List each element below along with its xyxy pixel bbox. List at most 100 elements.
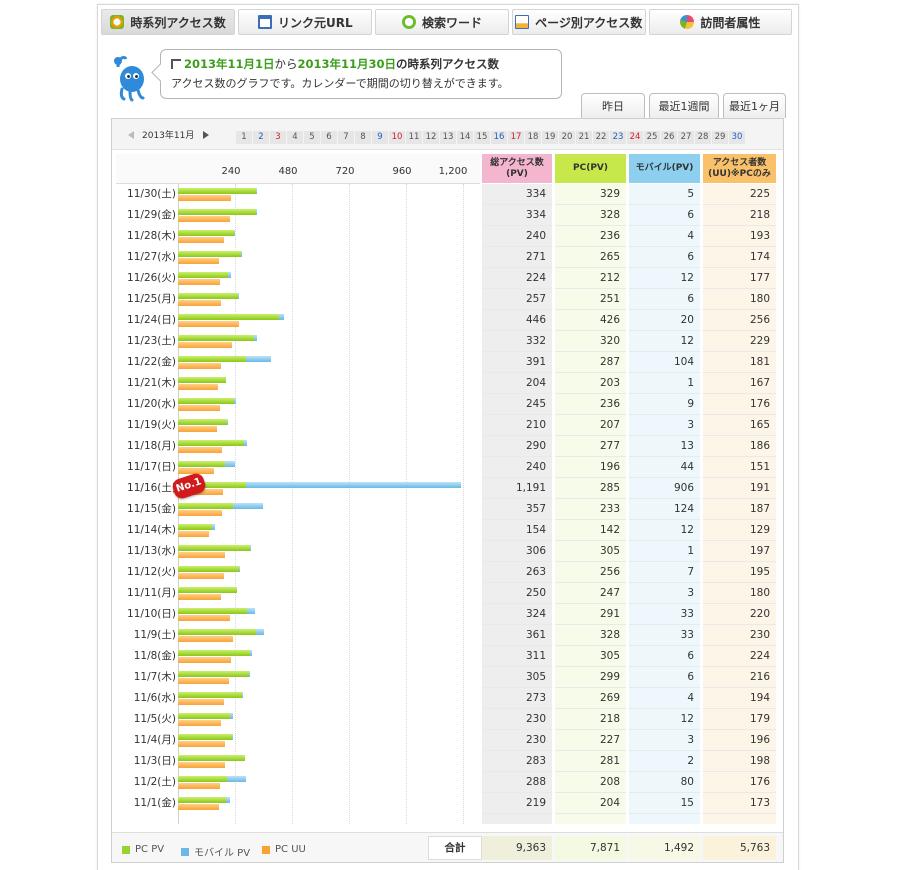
- calendar-day[interactable]: 17: [508, 131, 524, 144]
- bar-pc-uu: [178, 762, 225, 768]
- table-cell: 218: [703, 205, 776, 226]
- calendar-day[interactable]: 7: [338, 131, 354, 144]
- table-cell: 198: [703, 751, 776, 772]
- calendar-day[interactable]: 8: [355, 131, 371, 144]
- table-cell: 13: [629, 436, 700, 457]
- calendar-day[interactable]: 19: [542, 131, 558, 144]
- prev-month-arrow-icon[interactable]: [128, 131, 134, 139]
- calendar-day[interactable]: 6: [321, 131, 337, 144]
- calendar-day[interactable]: 13: [440, 131, 456, 144]
- bar-mobile-pv: [212, 524, 215, 530]
- table-cell: 218: [555, 709, 626, 730]
- chart-row: 11/2(土): [116, 772, 481, 793]
- legend-swatch: [181, 848, 189, 856]
- table-cell: 216: [703, 667, 776, 688]
- date-from: 2013年11月1日: [184, 57, 275, 71]
- period-yesterday-button[interactable]: 昨日: [581, 93, 645, 118]
- table-cell: 6: [629, 289, 700, 310]
- date-label: 11/16(土): [116, 478, 176, 499]
- header-uu: アクセス者数(UU)※PCのみ: [703, 154, 776, 183]
- calendar-day[interactable]: 22: [593, 131, 609, 144]
- date-label: 11/4(月): [116, 730, 176, 751]
- table-cell: 6: [629, 205, 700, 226]
- calendar-day[interactable]: 24: [627, 131, 643, 144]
- table-cell: 3: [629, 730, 700, 751]
- table-cell: 7: [629, 562, 700, 583]
- table-cell: 204: [555, 793, 626, 814]
- calendar-day[interactable]: 15: [474, 131, 490, 144]
- bar-mobile-pv: [239, 566, 241, 572]
- calendar-day[interactable]: 28: [695, 131, 711, 144]
- bar-pc-pv: [178, 671, 249, 677]
- calendar-day[interactable]: 27: [678, 131, 694, 144]
- calendar-day[interactable]: 11: [406, 131, 422, 144]
- bar-pc-uu: [178, 300, 221, 306]
- table-cell: 104: [629, 352, 700, 373]
- bar-pc-pv: [178, 461, 225, 467]
- calendar-day[interactable]: 2: [253, 131, 269, 144]
- bar-pc-pv: [178, 188, 256, 194]
- table-cell: 176: [703, 394, 776, 415]
- calendar-day[interactable]: 21: [576, 131, 592, 144]
- table-cell: 230: [482, 709, 552, 730]
- calendar-day[interactable]: 29: [712, 131, 728, 144]
- calendar-day[interactable]: 1: [236, 131, 252, 144]
- table-cell: 204: [482, 373, 552, 394]
- calendar-day[interactable]: 23: [610, 131, 626, 144]
- period-month-button[interactable]: 最近1ヶ月: [723, 93, 786, 118]
- table-cell: 180: [703, 583, 776, 604]
- bar-pc-uu: [178, 678, 229, 684]
- table-cell: 1: [629, 541, 700, 562]
- chart-row: 11/7(木): [116, 667, 481, 688]
- tab-referrer-url[interactable]: リンク元URL: [238, 9, 372, 35]
- tab-time-series[interactable]: 時系列アクセス数: [101, 9, 235, 35]
- table-cell: 191: [703, 478, 776, 499]
- date-label: 11/12(火): [116, 562, 176, 583]
- chart-row: 11/8(金): [116, 646, 481, 667]
- tab-label: 訪問者属性: [700, 14, 760, 31]
- bar-mobile-pv: [225, 461, 235, 467]
- bar-mobile-pv: [250, 650, 251, 656]
- calendar-day[interactable]: 25: [644, 131, 660, 144]
- bar-pc-pv: [178, 608, 247, 614]
- calendar-day[interactable]: 18: [525, 131, 541, 144]
- bar-pc-pv: [178, 776, 227, 782]
- calendar-day[interactable]: 5: [304, 131, 320, 144]
- table-cell: 288: [482, 772, 552, 793]
- calendar-day[interactable]: 26: [661, 131, 677, 144]
- calendar-month: 2013年11月: [142, 128, 194, 141]
- next-month-arrow-icon[interactable]: [203, 131, 209, 139]
- bar-mobile-pv: [228, 272, 231, 278]
- bar-mobile-pv: [232, 734, 233, 740]
- bar-mobile-pv: [242, 692, 243, 698]
- bar-pc-uu: [178, 741, 225, 747]
- header-text-line: アクセス者数: [703, 158, 776, 169]
- table-cell: 196: [555, 457, 626, 478]
- calendar-day[interactable]: 14: [457, 131, 473, 144]
- chart-row: 11/27(水): [116, 247, 481, 268]
- calendar-day[interactable]: 12: [423, 131, 439, 144]
- table-cell: 236: [555, 394, 626, 415]
- calendar-day[interactable]: 3: [270, 131, 286, 144]
- tab-visitor-attributes[interactable]: 訪問者属性: [649, 9, 792, 35]
- x-axis-header: 2404807209601,200: [116, 154, 480, 184]
- table-cell: 265: [555, 247, 626, 268]
- period-week-button[interactable]: 最近1週間: [649, 93, 719, 118]
- tab-search-words[interactable]: 検索ワード: [375, 9, 508, 35]
- table-cell: 186: [703, 436, 776, 457]
- calendar-day[interactable]: 20: [559, 131, 575, 144]
- calendar-day[interactable]: 4: [287, 131, 303, 144]
- table-cell: 208: [555, 772, 626, 793]
- bar-pc-pv: [178, 314, 279, 320]
- date-label: 11/27(水): [116, 247, 176, 268]
- calendar-day[interactable]: 16: [491, 131, 507, 144]
- col-uu: 2252181931741771802562291811671761651861…: [703, 184, 776, 824]
- date-label: 11/2(土): [116, 772, 176, 793]
- bubble-title: 2013年11月1日から2013年11月30日の時系列アクセス数: [171, 55, 551, 73]
- calendar-day[interactable]: 9: [372, 131, 388, 144]
- tab-page-access[interactable]: ページ別アクセス数: [512, 9, 646, 35]
- calendar-day[interactable]: 30: [729, 131, 745, 144]
- table-cell: 124: [629, 499, 700, 520]
- calendar-day[interactable]: 10: [389, 131, 405, 144]
- date-label: 11/8(金): [116, 646, 176, 667]
